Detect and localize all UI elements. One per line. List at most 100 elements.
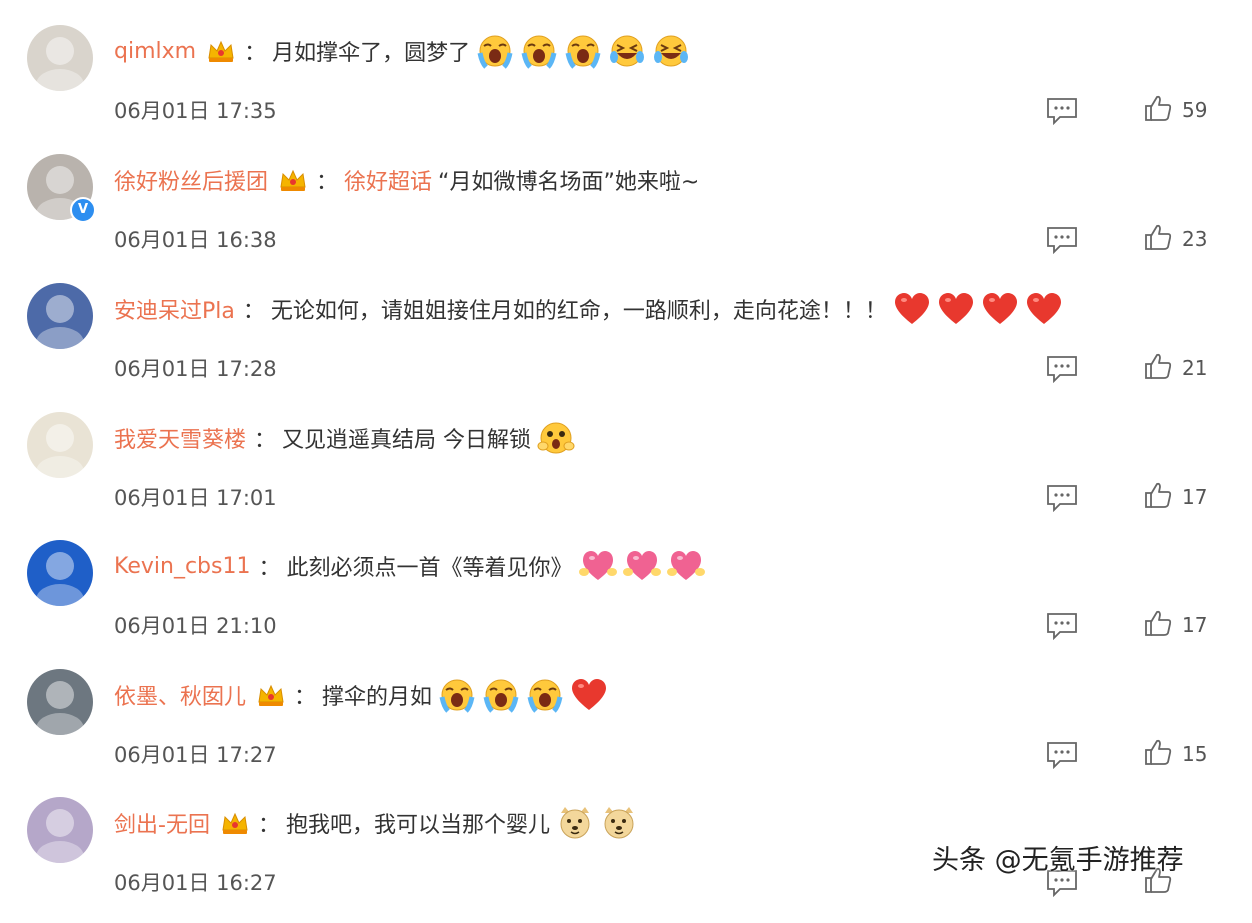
comment-text: 此刻必须点一首《等着见你》: [286, 556, 573, 581]
avatar-container[interactable]: [27, 540, 93, 606]
like-count: 17: [1182, 485, 1208, 509]
comment-bubble-icon: [1046, 227, 1078, 258]
like-button[interactable]: 23: [1144, 222, 1207, 256]
avatar-container[interactable]: [27, 797, 93, 863]
username-link[interactable]: 我爱天雪葵楼: [114, 422, 246, 454]
thumbs-up-icon: [1144, 223, 1172, 255]
comment-content: 徐好粉丝后援团 ：徐好超话 “月如微博名场面”她来啦~: [114, 160, 699, 200]
comment-item: 依墨、秋囡儿 ：撑伞的月如 06月01日 17:27 15: [0, 667, 1252, 795]
thumbs-up-icon: [1144, 352, 1172, 384]
comment-content: 剑出-无回 ：抱我吧，我可以当那个婴儿: [114, 803, 638, 843]
comment-text: 又见逍遥真结局 今日解锁: [282, 428, 532, 453]
avatar[interactable]: [27, 412, 93, 478]
crying-face-emoji: [564, 33, 602, 69]
comment-content: 我爱天雪葵楼 ：又见逍遥真结局 今日解锁: [114, 418, 575, 458]
comment-timestamp: 06月01日 17:35: [114, 99, 277, 123]
thumbs-up-icon: [1144, 609, 1172, 641]
comment-text: 撑伞的月如: [322, 685, 433, 710]
heart-hug-emoji: [622, 548, 661, 584]
comment-content: 安迪呆过Pla ：无论如何，请姐姐接住月如的红命，一路顺利，走向花途！！！: [114, 289, 1063, 329]
crying-face-emoji: [482, 677, 520, 713]
comment-bubble-icon: [1046, 613, 1078, 644]
username-link[interactable]: 徐好粉丝后援团: [114, 164, 268, 196]
reply-button[interactable]: [1046, 97, 1078, 126]
topic-tag-link[interactable]: 徐好超话: [344, 164, 432, 196]
crying-face-emoji: [520, 33, 558, 69]
heart-emoji: [893, 291, 931, 327]
username-link[interactable]: 依墨、秋囡儿: [114, 679, 246, 711]
like-count: 17: [1182, 613, 1208, 637]
comment-timestamp: 06月01日 17:28: [114, 357, 277, 381]
thumbs-up-icon: [1144, 94, 1172, 126]
avatar-container[interactable]: [27, 669, 93, 735]
comment-timestamp: 06月01日 16:27: [114, 871, 277, 895]
avatar-container[interactable]: V: [27, 154, 96, 223]
verified-badge-icon: V: [70, 197, 96, 223]
comment-content: 依墨、秋囡儿 ：撑伞的月如: [114, 675, 608, 715]
heart-hug-emoji: [578, 548, 617, 584]
comment-content: Kevin_cbs11 ：此刻必须点一首《等着见你》: [114, 546, 705, 586]
thumbs-up-icon: [1144, 738, 1172, 770]
avatar-container[interactable]: [27, 412, 93, 478]
comment-timestamp: 06月01日 21:10: [114, 614, 277, 638]
avatar[interactable]: [27, 669, 93, 735]
comment-item: V 徐好粉丝后援团 ：徐好超话 “月如微博名场面”她来啦~ 06月01日 16:38 23: [0, 152, 1252, 280]
comment-timestamp: 06月01日 17:01: [114, 486, 277, 510]
heart-emoji: [981, 291, 1019, 327]
comment-text: 抱我吧，我可以当那个婴儿: [285, 813, 550, 838]
comment-bubble-icon: [1046, 98, 1078, 129]
scared-face-emoji: [537, 420, 575, 456]
username-link[interactable]: 安迪呆过Pla: [114, 293, 235, 325]
avatar[interactable]: [27, 283, 93, 349]
reply-button[interactable]: [1046, 741, 1078, 770]
avatar[interactable]: [27, 25, 93, 91]
comment-feed: qimlxm：月如撑伞了，圆梦了 06月01日 17:35 59 V 徐好粉丝后援团：徐…: [0, 0, 1252, 898]
laughing-tears-emoji: [608, 33, 646, 69]
crown-badge-icon: [220, 810, 250, 836]
reply-button[interactable]: [1046, 484, 1078, 513]
doge-emoji: [600, 805, 638, 841]
avatar[interactable]: [27, 797, 93, 863]
heart-emoji: [1025, 291, 1063, 327]
like-button[interactable]: 21: [1144, 351, 1207, 385]
colon-separator: ：: [254, 428, 277, 453]
colon-separator: ：: [294, 685, 317, 710]
colon-separator: ：: [258, 556, 281, 581]
like-button[interactable]: 59: [1144, 93, 1207, 127]
doge-emoji: [556, 805, 594, 841]
comment-bubble-icon: [1046, 356, 1078, 387]
comment-item: 我爱天雪葵楼 ：又见逍遥真结局 今日解锁 06月01日 17:01 17: [0, 410, 1252, 538]
comment-item: Kevin_cbs11 ：此刻必须点一首《等着见你》 06月01日 21:10 17: [0, 538, 1252, 666]
reply-button[interactable]: [1046, 612, 1078, 641]
comment-item: qimlxm ：月如撑伞了，圆梦了 06月01日 17:35 59: [0, 23, 1252, 151]
username-link[interactable]: 剑出-无回: [114, 807, 210, 839]
username-link[interactable]: Kevin_cbs11: [114, 554, 250, 579]
comment-text: 无论如何，请姐姐接住月如的红命，一路顺利，走向花途！！！: [270, 299, 887, 324]
username-link[interactable]: qimlxm: [114, 39, 196, 64]
crying-face-emoji: [526, 677, 564, 713]
avatar[interactable]: [27, 540, 93, 606]
crown-badge-icon: [206, 38, 236, 64]
comment-timestamp: 06月01日 16:38: [114, 228, 277, 252]
like-button[interactable]: 17: [1144, 480, 1207, 514]
like-count: 23: [1182, 227, 1208, 251]
comment-bubble-icon: [1046, 870, 1078, 901]
reply-button[interactable]: [1046, 226, 1078, 255]
comment-content: qimlxm ：月如撑伞了，圆梦了: [114, 31, 690, 71]
comment-text: 月如撑伞了，圆梦了: [272, 41, 471, 66]
crying-face-emoji: [476, 33, 514, 69]
heart-emoji: [937, 291, 975, 327]
heart-hug-emoji: [666, 548, 705, 584]
reply-button[interactable]: [1046, 355, 1078, 384]
avatar-container[interactable]: [27, 25, 93, 91]
like-button[interactable]: 15: [1144, 737, 1207, 771]
like-button[interactable]: 17: [1144, 608, 1207, 642]
thumbs-up-icon: [1144, 481, 1172, 513]
crown-badge-icon: [278, 167, 308, 193]
like-count: 21: [1182, 356, 1208, 380]
laughing-tears-emoji: [652, 33, 690, 69]
colon-separator: ：: [257, 813, 280, 838]
comment-bubble-icon: [1046, 485, 1078, 516]
comment-bubble-icon: [1046, 742, 1078, 773]
avatar-container[interactable]: [27, 283, 93, 349]
